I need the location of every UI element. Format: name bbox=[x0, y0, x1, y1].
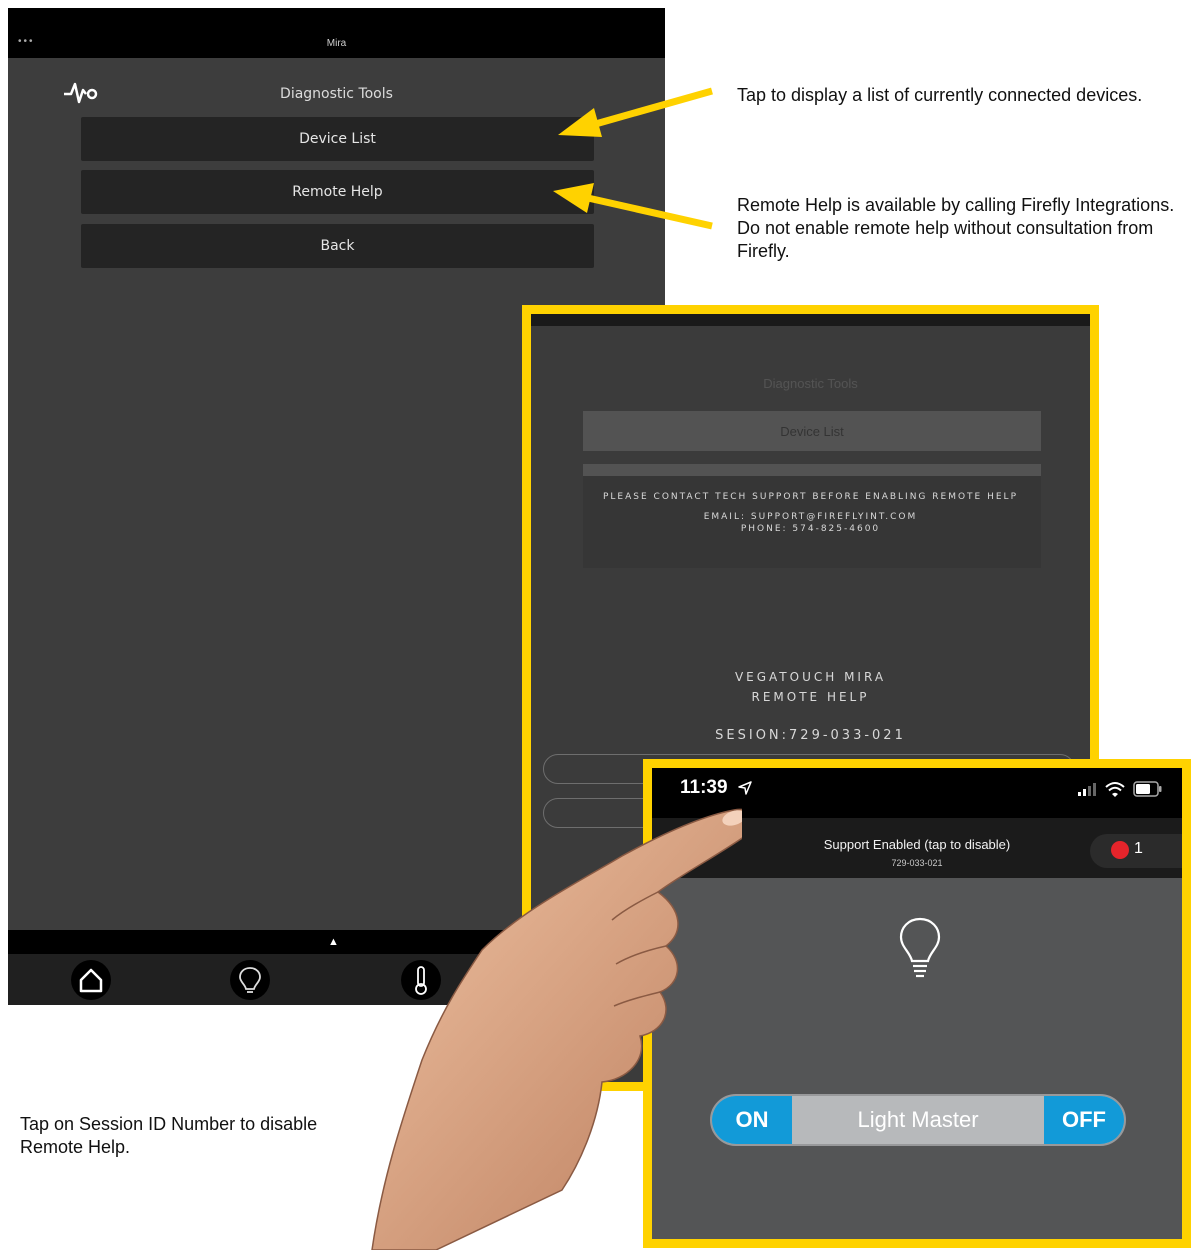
pointing-hand-icon bbox=[371, 808, 742, 1250]
device-list-arrow-icon bbox=[558, 87, 713, 137]
remote-help-arrow-icon bbox=[553, 183, 713, 230]
